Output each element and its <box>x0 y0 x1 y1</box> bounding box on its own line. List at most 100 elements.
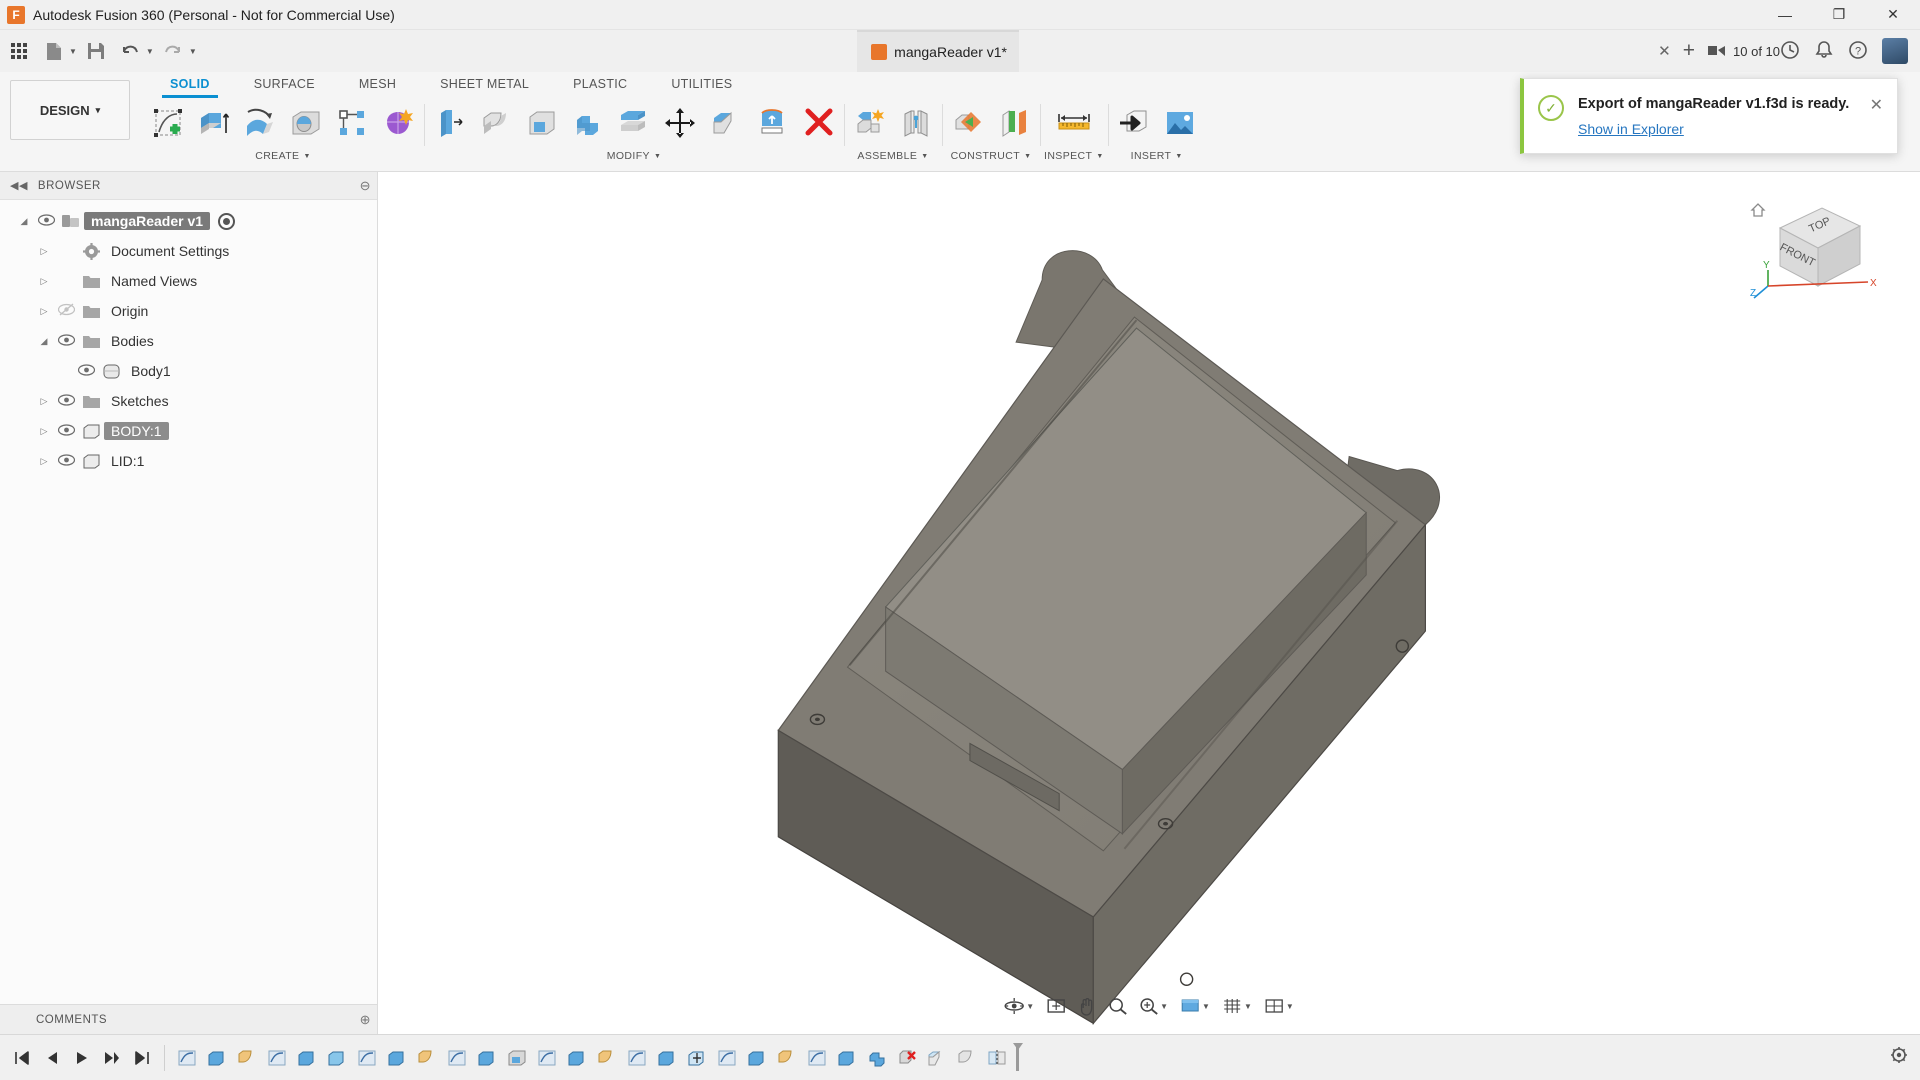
new-component-icon[interactable] <box>848 100 892 146</box>
ribbon-group-construct-label[interactable]: CONSTRUCT▼ <box>951 150 1032 162</box>
redo-group[interactable]: ▼ <box>154 36 197 66</box>
timeline-settings-icon[interactable] <box>1890 1046 1912 1069</box>
undo-caret-icon[interactable]: ▼ <box>146 47 154 56</box>
toast-close-icon[interactable]: ✕ <box>1860 95 1883 115</box>
viewports-caret-icon[interactable]: ▼ <box>1286 1002 1294 1011</box>
play-icon[interactable] <box>68 1043 96 1073</box>
add-comment-icon[interactable]: ⊕ <box>360 1012 377 1028</box>
insert-canvas-icon[interactable] <box>1158 100 1202 146</box>
tree-node-bodies[interactable]: ◢ Bodies <box>0 326 377 356</box>
expand-arrow-icon[interactable]: ▷ <box>34 246 54 257</box>
redo-icon[interactable] <box>158 36 188 66</box>
chamfer-icon[interactable] <box>704 100 748 146</box>
timeline-feature-16[interactable] <box>623 1044 651 1072</box>
form-icon[interactable] <box>376 100 420 146</box>
zoom-window-caret-icon[interactable]: ▼ <box>1160 1002 1168 1011</box>
tree-node-mangareader[interactable]: ◢ mangaReader v1 <box>0 206 377 236</box>
ribbon-group-insert-label[interactable]: INSERT▼ <box>1131 150 1183 162</box>
shell-icon[interactable] <box>520 100 564 146</box>
timeline-feature-5[interactable] <box>293 1044 321 1072</box>
close-window-button[interactable]: ✕ <box>1866 0 1920 30</box>
visibility-eye-icon[interactable] <box>34 213 58 229</box>
minimize-button[interactable]: — <box>1758 0 1812 30</box>
timeline-feature-1[interactable] <box>173 1044 201 1072</box>
timeline-feature-24[interactable] <box>863 1044 891 1072</box>
visibility-eye-icon[interactable] <box>54 333 78 349</box>
timeline-feature-12[interactable] <box>503 1044 531 1072</box>
timeline-feature-8[interactable] <box>383 1044 411 1072</box>
timeline-feature-2[interactable] <box>203 1044 231 1072</box>
ribbon-group-inspect-label[interactable]: INSPECT▼ <box>1044 150 1104 162</box>
ribbon-tab-solid[interactable]: SOLID <box>148 72 232 98</box>
viewports-icon[interactable]: ▼ <box>1259 991 1299 1021</box>
press-pull-icon[interactable] <box>428 100 472 146</box>
expand-arrow-icon[interactable]: ▷ <box>34 426 54 437</box>
split-body-icon[interactable] <box>750 100 794 146</box>
tree-node-sketches[interactable]: ▷ Sketches <box>0 386 377 416</box>
joint-icon[interactable] <box>894 100 938 146</box>
visibility-eye-icon[interactable] <box>54 393 78 409</box>
pan-hand-icon[interactable] <box>1073 991 1101 1021</box>
timeline-feature-6[interactable] <box>323 1044 351 1072</box>
tree-node-named-views[interactable]: ▷ Named Views <box>0 266 377 296</box>
timeline-feature-25-delete[interactable] <box>893 1044 921 1072</box>
pan-look-at-icon[interactable] <box>1041 991 1071 1021</box>
ribbon-tab-mesh[interactable]: MESH <box>337 72 418 98</box>
timeline-feature-9[interactable] <box>413 1044 441 1072</box>
new-tab-button[interactable]: + <box>1671 39 1707 63</box>
avatar[interactable] <box>1882 38 1908 64</box>
pattern-icon[interactable] <box>330 100 374 146</box>
tree-node-origin[interactable]: ▷ Origin <box>0 296 377 326</box>
visibility-eye-icon[interactable] <box>54 423 78 439</box>
timeline-feature-28[interactable] <box>983 1044 1011 1072</box>
app-grid-icon[interactable] <box>4 36 34 66</box>
timeline-feature-22[interactable] <box>803 1044 831 1072</box>
bell-icon[interactable] <box>1814 40 1834 63</box>
timeline-end-marker[interactable] <box>1013 1043 1023 1073</box>
timeline-feature-18[interactable] <box>683 1044 711 1072</box>
visibility-eye-off-icon[interactable] <box>54 303 78 319</box>
insert-derive-icon[interactable] <box>1112 100 1156 146</box>
display-settings-icon[interactable]: ▼ <box>1175 991 1215 1021</box>
ribbon-group-create-label[interactable]: CREATE▼ <box>255 150 311 162</box>
jump-start-icon[interactable] <box>8 1043 36 1073</box>
3d-viewport[interactable]: TOP FRONT Z Y X ▼ <box>378 172 1920 1034</box>
ribbon-tab-surface[interactable]: SURFACE <box>232 72 337 98</box>
save-icon[interactable] <box>81 36 111 66</box>
tree-node-lid-1[interactable]: ▷ LID:1 <box>0 446 377 476</box>
plane-at-angle-icon[interactable] <box>992 100 1036 146</box>
ribbon-tab-sheet-metal[interactable]: SHEET METAL <box>418 72 551 98</box>
orbit-caret-icon[interactable]: ▼ <box>1026 1002 1034 1011</box>
combine-icon[interactable] <box>566 100 610 146</box>
ribbon-tab-utilities[interactable]: UTILITIES <box>649 72 754 98</box>
timeline-feature-17[interactable] <box>653 1044 681 1072</box>
timeline-feature-11[interactable] <box>473 1044 501 1072</box>
grid-snap-caret-icon[interactable]: ▼ <box>1244 1002 1252 1011</box>
timeline-feature-23[interactable] <box>833 1044 861 1072</box>
timeline-feature-15[interactable] <box>593 1044 621 1072</box>
timeline-feature-21[interactable] <box>773 1044 801 1072</box>
step-forward-icon[interactable] <box>98 1043 126 1073</box>
clock-icon[interactable] <box>1780 40 1800 63</box>
timeline-feature-19[interactable] <box>713 1044 741 1072</box>
timeline-feature-20[interactable] <box>743 1044 771 1072</box>
redo-caret-icon[interactable]: ▼ <box>189 47 197 56</box>
show-in-explorer-link[interactable]: Show in Explorer <box>1578 121 1684 137</box>
panel-pin-icon[interactable]: ⊖ <box>360 178 377 194</box>
job-status[interactable]: 10 of 10 <box>1707 43 1780 59</box>
expand-arrow-icon[interactable]: ▷ <box>34 276 54 287</box>
undo-group[interactable]: ▼ <box>111 36 154 66</box>
zoom-icon[interactable] <box>1103 991 1132 1021</box>
timeline-feature-7[interactable] <box>353 1044 381 1072</box>
new-document-group[interactable]: ▼ <box>34 36 77 66</box>
expand-arrow-icon[interactable]: ◢ <box>34 336 54 347</box>
delete-icon[interactable] <box>796 100 840 146</box>
zoom-window-icon[interactable]: ▼ <box>1134 991 1173 1021</box>
expand-arrow-icon[interactable]: ▷ <box>34 396 54 407</box>
timeline-feature-3[interactable] <box>233 1044 261 1072</box>
move-copy-icon[interactable] <box>658 100 702 146</box>
create-sketch-icon[interactable] <box>146 100 190 146</box>
jump-end-icon[interactable] <box>128 1043 156 1073</box>
display-settings-caret-icon[interactable]: ▼ <box>1202 1002 1210 1011</box>
activate-component-radio[interactable] <box>218 213 235 230</box>
